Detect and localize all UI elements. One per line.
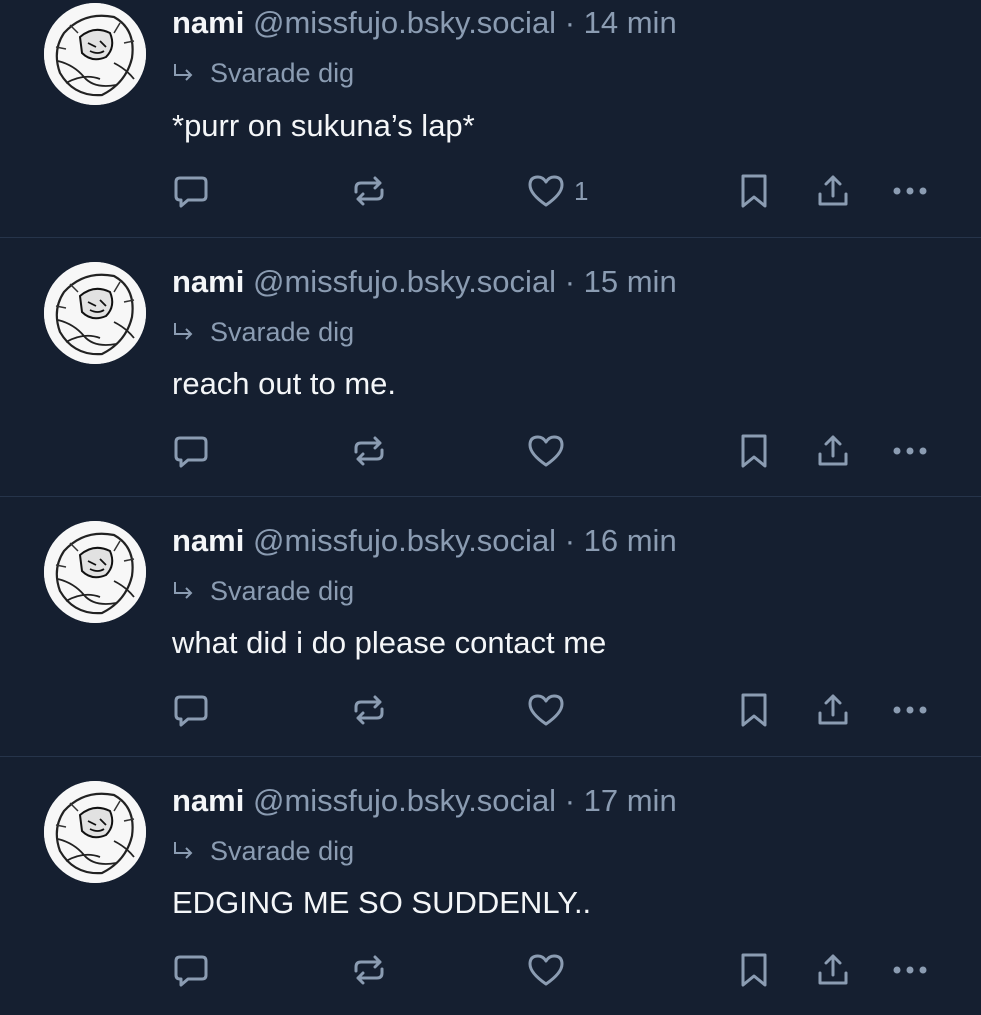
reply-button[interactable]: [172, 951, 210, 989]
reply-indicator: Svarade dig: [172, 315, 354, 349]
bookmark-button[interactable]: [736, 432, 772, 470]
reply-arrow-icon: [172, 574, 202, 608]
reply-arrow-icon: [172, 834, 202, 868]
avatar-image: [44, 781, 146, 883]
repost-button[interactable]: [350, 432, 388, 470]
comment-bubble-icon: [174, 955, 208, 987]
bookmark-button[interactable]: [736, 172, 772, 210]
reply-label: Svarade dig: [210, 836, 355, 866]
heart-icon: [528, 694, 564, 726]
more-dots-icon: [893, 706, 927, 714]
more-dots-icon: [893, 966, 927, 974]
heart-icon: [528, 954, 564, 986]
reply-button[interactable]: [172, 691, 210, 729]
repost-arrows-icon: [354, 176, 384, 206]
share-button[interactable]: [814, 951, 852, 989]
like-button[interactable]: [526, 432, 574, 470]
more-dots-icon: [893, 187, 927, 195]
avatar[interactable]: [44, 3, 146, 105]
post-text: reach out to me.: [172, 366, 397, 401]
display-name[interactable]: nami: [172, 783, 244, 818]
avatar-image: [44, 3, 146, 105]
bookmark-icon: [741, 953, 767, 987]
comment-bubble-icon: [174, 436, 208, 468]
post-text: *purr on sukuna’s lap*: [172, 108, 475, 143]
like-button[interactable]: [526, 951, 574, 989]
post-header: nami @missfujo.bsky.social · 17 min: [172, 781, 677, 821]
repost-arrows-icon: [354, 695, 384, 725]
more-options-button[interactable]: [890, 432, 932, 470]
share-button[interactable]: [814, 691, 852, 729]
reply-label: Svarade dig: [210, 576, 355, 606]
more-options-button[interactable]: [890, 691, 932, 729]
handle[interactable]: @missfujo.bsky.social: [253, 783, 556, 818]
timestamp[interactable]: · 15 min: [565, 264, 677, 299]
avatar-image: [44, 521, 146, 623]
reply-indicator: Svarade dig: [172, 56, 354, 90]
reply-arrow-icon: [172, 315, 202, 349]
repost-arrows-icon: [354, 955, 384, 985]
share-icon: [818, 954, 848, 985]
avatar[interactable]: [44, 781, 146, 883]
timestamp[interactable]: · 17 min: [565, 783, 677, 818]
like-button[interactable]: 1: [526, 172, 588, 210]
bookmark-button[interactable]: [736, 691, 772, 729]
comment-bubble-icon: [174, 695, 208, 727]
repost-button[interactable]: [350, 951, 388, 989]
handle[interactable]: @missfujo.bsky.social: [253, 5, 556, 40]
reply-arrow-icon: [172, 56, 202, 90]
like-count: 1: [574, 175, 589, 206]
more-dots-icon: [893, 447, 927, 455]
reply-label: Svarade dig: [210, 58, 355, 88]
display-name[interactable]: nami: [172, 5, 244, 40]
post-text: EDGING ME SO SUDDENLY..: [172, 885, 592, 920]
repost-button[interactable]: [350, 172, 388, 210]
bookmark-icon: [741, 693, 767, 727]
handle[interactable]: @missfujo.bsky.social: [253, 264, 556, 299]
avatar[interactable]: [44, 521, 146, 623]
post-header: nami @missfujo.bsky.social · 15 min: [172, 262, 677, 302]
heart-icon: [528, 435, 564, 467]
timestamp[interactable]: · 14 min: [565, 5, 677, 40]
post[interactable]: nami @missfujo.bsky.social · 14 min Svar…: [0, 0, 981, 259]
comment-bubble-icon: [174, 176, 208, 208]
share-icon: [818, 435, 848, 466]
reply-label: Svarade dig: [210, 317, 355, 347]
reply-button[interactable]: [172, 172, 210, 210]
bookmark-icon: [741, 174, 767, 208]
reply-indicator: Svarade dig: [172, 574, 354, 608]
share-button[interactable]: [814, 172, 852, 210]
post[interactable]: nami @missfujo.bsky.social · 15 min Svar…: [0, 237, 981, 496]
reply-indicator: Svarade dig: [172, 834, 354, 868]
avatar[interactable]: [44, 262, 146, 364]
timestamp[interactable]: · 16 min: [565, 523, 677, 558]
share-icon: [818, 694, 848, 725]
display-name[interactable]: nami: [172, 523, 244, 558]
post-text: what did i do please contact me: [172, 625, 607, 660]
post[interactable]: nami @missfujo.bsky.social · 17 min Svar…: [0, 756, 981, 1015]
like-button[interactable]: [526, 691, 574, 729]
post-header: nami @missfujo.bsky.social · 16 min: [172, 521, 677, 561]
repost-button[interactable]: [350, 691, 388, 729]
more-options-button[interactable]: [890, 172, 932, 210]
repost-arrows-icon: [354, 436, 384, 466]
handle[interactable]: @missfujo.bsky.social: [253, 523, 556, 558]
share-icon: [818, 175, 848, 206]
post[interactable]: nami @missfujo.bsky.social · 16 min Svar…: [0, 496, 981, 755]
display-name[interactable]: nami: [172, 264, 244, 299]
avatar-image: [44, 262, 146, 364]
post-header: nami @missfujo.bsky.social · 14 min: [172, 3, 677, 43]
bookmark-button[interactable]: [736, 951, 772, 989]
more-options-button[interactable]: [890, 951, 932, 989]
bookmark-icon: [741, 434, 767, 468]
share-button[interactable]: [814, 432, 852, 470]
heart-icon: [528, 175, 564, 207]
reply-button[interactable]: [172, 432, 210, 470]
